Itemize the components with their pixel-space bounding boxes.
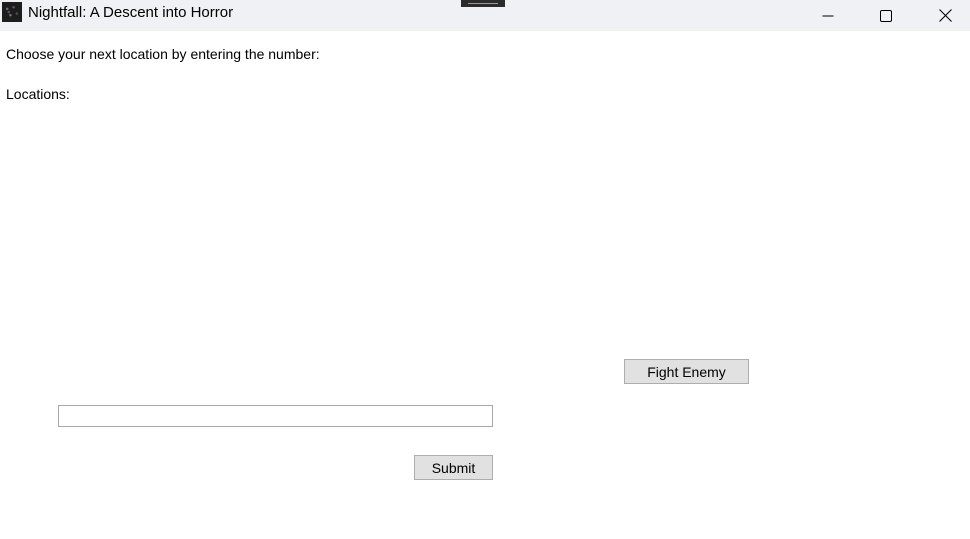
title-bar[interactable]: Nightfall: A Descent into Horror [0, 0, 970, 31]
minimize-icon [822, 15, 834, 16]
location-prompt: Choose your next location by entering th… [6, 46, 320, 62]
submit-button[interactable]: Submit [414, 455, 493, 480]
maximize-icon [880, 9, 892, 22]
app-window: Nightfall: A Descent into Horror Choose … [0, 0, 970, 539]
maximize-button[interactable] [863, 0, 909, 31]
fight-enemy-button[interactable]: Fight Enemy [624, 359, 749, 384]
minimize-button[interactable] [805, 0, 851, 31]
drag-handle[interactable] [461, 0, 505, 7]
close-button[interactable] [922, 0, 968, 31]
locations-label: Locations: [6, 86, 70, 102]
close-icon [938, 9, 952, 22]
window-title: Nightfall: A Descent into Horror [28, 4, 234, 21]
app-icon [2, 2, 22, 22]
location-number-input[interactable] [58, 405, 493, 427]
